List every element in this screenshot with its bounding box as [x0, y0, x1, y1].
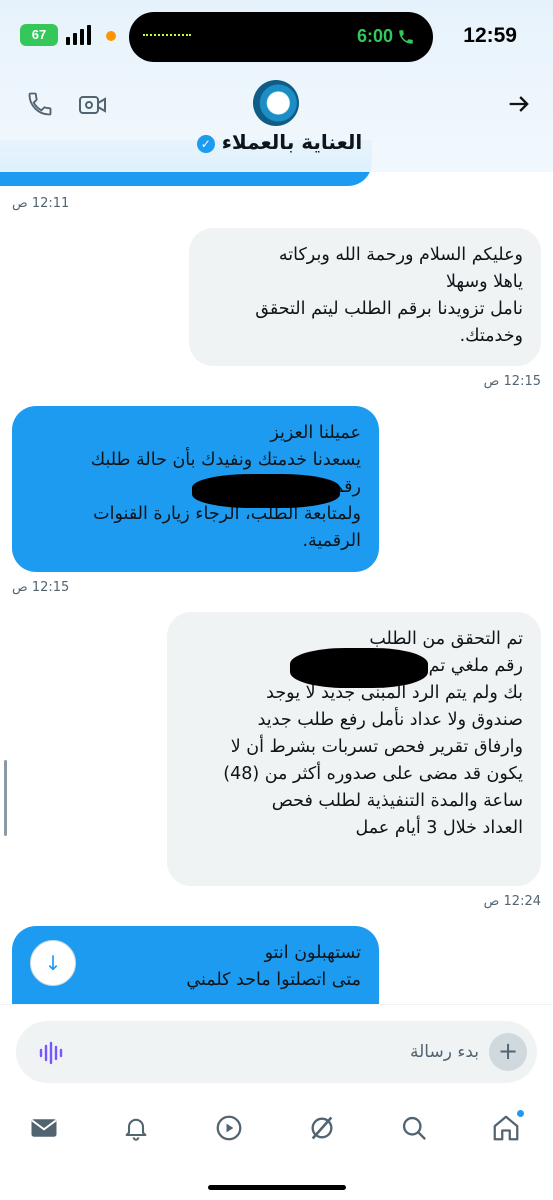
tab-notifications[interactable] [116, 1108, 156, 1148]
status-time: 12:59 [463, 24, 517, 47]
call-timer: 6:00 [357, 26, 415, 47]
home-indicator[interactable] [208, 1185, 346, 1190]
envelope-icon [31, 1119, 57, 1137]
chat-header: 67 6:00 12:59 العناية بالعملاء ✓ [0, 0, 553, 172]
message-line: يسعدنا خدمتك ونفيدك بأن حالة طلبك [90, 450, 361, 470]
message-line: وخدمتك. [459, 326, 523, 346]
incoming-message-bubble[interactable]: وعليكم السلام ورحمة الله وبركاته ياهلا و… [189, 228, 541, 366]
voice-waveform-icon [39, 1041, 63, 1065]
grok-icon [311, 1116, 333, 1140]
phone-icon [28, 92, 52, 116]
message-input[interactable] [119, 1033, 479, 1071]
message-line: وعليكم السلام ورحمة الله وبركاته [278, 245, 523, 265]
video-call-button[interactable] [78, 92, 108, 122]
arrow-down-icon: ↓ [44, 951, 62, 975]
message-line: متى اتصلتوا ماحد كلمني [186, 970, 361, 990]
tab-home[interactable] [486, 1108, 526, 1148]
message-line: عميلنا العزيز [270, 423, 361, 443]
dynamic-island[interactable]: 6:00 [129, 12, 433, 62]
search-icon [402, 1116, 426, 1140]
message-line: يكون قد مضى على صدوره أكثر من (48) [223, 764, 523, 784]
scroll-to-bottom-button[interactable]: ↓ [30, 940, 76, 986]
arrow-right-icon [509, 96, 529, 112]
message-line: ساعة والمدة التنفيذية لطلب فحص [271, 791, 523, 811]
phone-icon [399, 29, 413, 44]
plus-icon: + [497, 1037, 519, 1065]
play-circle-icon [216, 1115, 242, 1141]
tab-grok[interactable] [302, 1108, 342, 1148]
tab-search[interactable] [394, 1108, 434, 1148]
message-line: الرقمية. [302, 531, 361, 551]
back-button[interactable] [505, 90, 533, 122]
avatar[interactable] [253, 80, 299, 126]
message-timestamp: 12:24 ص [483, 894, 541, 909]
notification-dot [517, 1110, 524, 1117]
message-line: صندوق ولا عداد نأمل رفع طلب جديد [257, 710, 523, 730]
redaction-mark [192, 474, 340, 508]
message-timestamp: 12:15 ص [483, 374, 541, 389]
message-line: وارفاق تقرير فحص تسربات بشرط أن لا [230, 737, 523, 757]
add-attachment-button[interactable]: + [489, 1033, 527, 1071]
audio-call-button[interactable] [26, 90, 54, 122]
message-line: ياهلا وسهلا [445, 272, 523, 292]
voice-message-button[interactable] [38, 1041, 64, 1069]
message-line: العداد خلال 3 أيام عمل [355, 818, 523, 838]
scrollbar[interactable] [4, 760, 7, 836]
tab-messages[interactable] [24, 1108, 64, 1148]
composer-bar: + [0, 1004, 553, 1090]
message-line: نامل تزويدنا برقم الطلب ليتم التحقق [255, 299, 523, 319]
redaction-mark [290, 648, 428, 688]
message-timestamp: 12:15 ص [12, 580, 70, 595]
chat-title-row[interactable]: العناية بالعملاء ✓ [0, 130, 553, 154]
bottom-tab-bar [0, 1090, 553, 1200]
message-composer[interactable]: + [16, 1021, 537, 1083]
page-title: العناية بالعملاء [221, 130, 363, 154]
call-timer-text: 6:00 [356, 26, 393, 46]
home-icon [493, 1115, 519, 1141]
signal-icon [66, 25, 91, 45]
bell-icon [125, 1118, 147, 1141]
battery-indicator: 67 [20, 24, 58, 46]
recording-dot-icon [106, 31, 116, 41]
tab-video[interactable] [209, 1108, 249, 1148]
message-timestamp: 12:11 ص [12, 196, 70, 211]
message-line: تستهبلون انتو [264, 943, 361, 963]
audio-waveform-icon [143, 34, 191, 36]
verified-badge-icon: ✓ [196, 134, 215, 153]
video-camera-icon [79, 96, 106, 114]
